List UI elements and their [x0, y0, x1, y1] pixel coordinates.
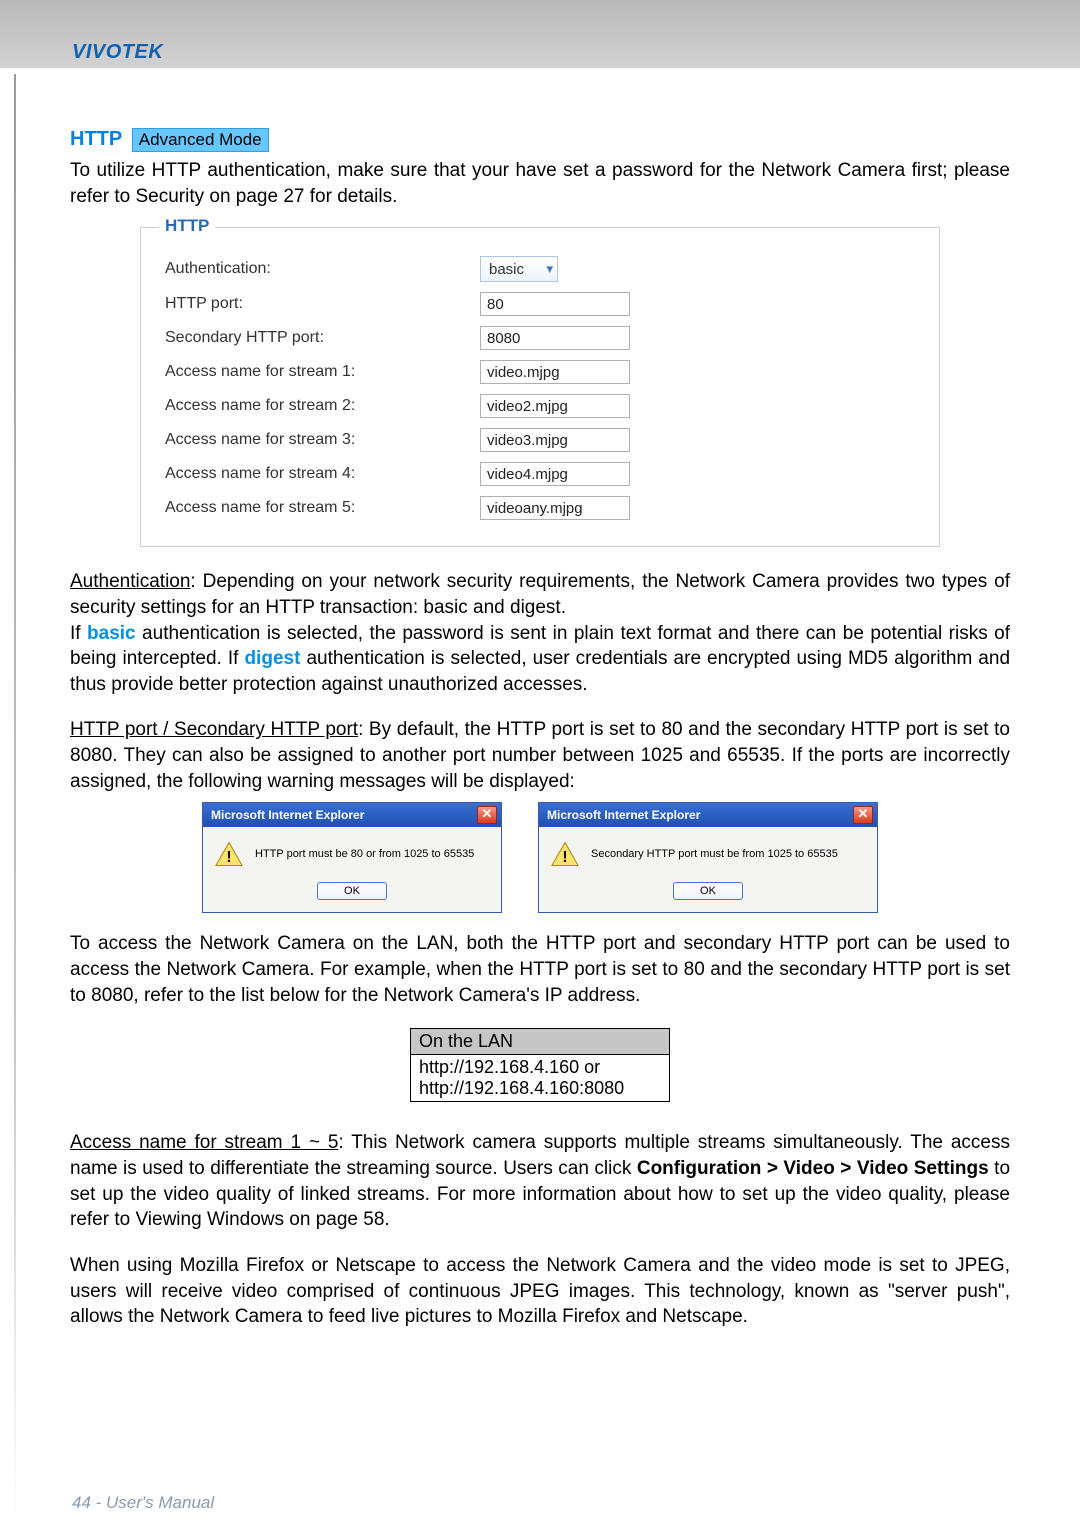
dialog-message: Secondary HTTP port must be from 1025 to…	[591, 848, 838, 860]
label-stream-3: Access name for stream 3:	[165, 431, 480, 449]
lan-line-1: http://192.168.4.160 or	[419, 1057, 600, 1077]
basic-keyword: basic	[87, 623, 136, 644]
port-paragraph: HTTP port / Secondary HTTP port: By defa…	[70, 717, 1010, 794]
input-stream-5[interactable]	[480, 496, 630, 520]
auth-paragraph: Authentication: Depending on your networ…	[70, 569, 1010, 697]
select-authentication[interactable]: basic ▾	[480, 256, 558, 282]
firefox-paragraph: When using Mozilla Firefox or Netscape t…	[70, 1253, 1010, 1330]
label-http-port: HTTP port:	[165, 295, 480, 313]
label-secondary-http-port: Secondary HTTP port:	[165, 329, 480, 347]
select-value: basic	[489, 261, 524, 278]
row-stream-2: Access name for stream 2:	[165, 394, 915, 418]
lan-paragraph: To access the Network Camera on the LAN,…	[70, 931, 1010, 1008]
dialog-title: Microsoft Internet Explorer	[211, 808, 364, 822]
row-secondary-http-port: Secondary HTTP port:	[165, 326, 915, 350]
row-authentication: Authentication: basic ▾	[165, 256, 915, 282]
http-legend: HTTP	[159, 216, 215, 236]
advanced-mode-badge: Advanced Mode	[132, 128, 269, 152]
lan-header: On the LAN	[411, 1029, 669, 1055]
dialog-http-port: Microsoft Internet Explorer ✕ ! HTTP por…	[202, 802, 502, 913]
auth-text-2a: If	[70, 623, 87, 644]
dialog-footer: OK	[539, 877, 877, 912]
auth-underline: Authentication	[70, 571, 190, 592]
intro-paragraph: To utilize HTTP authentication, make sur…	[70, 158, 1010, 209]
warning-icon: !	[551, 841, 579, 867]
close-icon[interactable]: ✕	[477, 806, 497, 824]
input-http-port[interactable]	[480, 292, 630, 316]
input-stream-3[interactable]	[480, 428, 630, 452]
digest-keyword: digest	[244, 648, 300, 669]
lan-table: On the LAN http://192.168.4.160 or http:…	[410, 1028, 670, 1102]
row-stream-3: Access name for stream 3:	[165, 428, 915, 452]
svg-text:!: !	[226, 849, 231, 866]
brand-label: VIVOTEK	[72, 41, 163, 64]
row-stream-5: Access name for stream 5:	[165, 496, 915, 520]
dialog-secondary-port: Microsoft Internet Explorer ✕ ! Secondar…	[538, 802, 878, 913]
http-heading: HTTP	[70, 128, 122, 150]
dialog-titlebar: Microsoft Internet Explorer ✕	[539, 803, 877, 827]
lan-line-2: http://192.168.4.160:8080	[419, 1078, 624, 1098]
auth-text-1: : Depending on your network security req…	[70, 571, 1010, 618]
section-title: HTTP Advanced Mode	[70, 128, 1010, 152]
access-underline: Access name for stream 1 ~ 5	[70, 1132, 338, 1153]
input-stream-4[interactable]	[480, 462, 630, 486]
dialog-row: Microsoft Internet Explorer ✕ ! HTTP por…	[70, 802, 1010, 913]
ok-button[interactable]: OK	[317, 882, 387, 900]
dialog-footer: OK	[203, 877, 501, 912]
page-footer: 44 - User's Manual	[72, 1493, 214, 1513]
input-secondary-http-port[interactable]	[480, 326, 630, 350]
dialog-message: HTTP port must be 80 or from 1025 to 655…	[255, 848, 474, 860]
port-underline: HTTP port / Secondary HTTP port	[70, 719, 358, 740]
svg-text:!: !	[562, 849, 567, 866]
input-stream-1[interactable]	[480, 360, 630, 384]
dialog-title: Microsoft Internet Explorer	[547, 808, 700, 822]
dialog-body: ! Secondary HTTP port must be from 1025 …	[539, 827, 877, 877]
chevron-down-icon: ▾	[546, 261, 553, 277]
close-icon[interactable]: ✕	[853, 806, 873, 824]
label-stream-5: Access name for stream 5:	[165, 499, 480, 517]
ok-button[interactable]: OK	[673, 882, 743, 900]
dialog-titlebar: Microsoft Internet Explorer ✕	[203, 803, 501, 827]
warning-icon: !	[215, 841, 243, 867]
input-stream-2[interactable]	[480, 394, 630, 418]
label-stream-1: Access name for stream 1:	[165, 363, 480, 381]
label-stream-4: Access name for stream 4:	[165, 465, 480, 483]
left-rule	[14, 74, 16, 1527]
row-stream-4: Access name for stream 4:	[165, 462, 915, 486]
label-stream-2: Access name for stream 2:	[165, 397, 480, 415]
http-fieldset: HTTP Authentication: basic ▾ HTTP port: …	[140, 227, 940, 547]
page-content: HTTP Advanced Mode To utilize HTTP authe…	[0, 68, 1080, 1330]
config-path: Configuration > Video > Video Settings	[637, 1158, 989, 1179]
page-header: VIVOTEK	[0, 0, 1080, 68]
row-stream-1: Access name for stream 1:	[165, 360, 915, 384]
access-paragraph: Access name for stream 1 ~ 5: This Netwo…	[70, 1130, 1010, 1233]
label-authentication: Authentication:	[165, 260, 480, 278]
row-http-port: HTTP port:	[165, 292, 915, 316]
lan-cell: http://192.168.4.160 or http://192.168.4…	[411, 1055, 669, 1101]
dialog-body: ! HTTP port must be 80 or from 1025 to 6…	[203, 827, 501, 877]
